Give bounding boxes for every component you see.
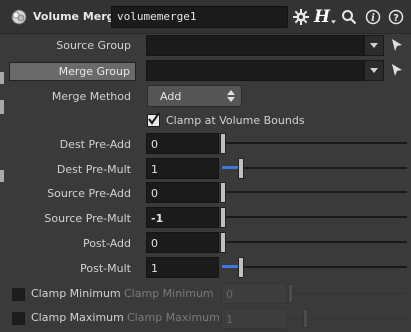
houdini-help-icon[interactable]: H: [314, 7, 336, 27]
dest-pre-mult-label: Dest Pre-Mult: [56, 163, 131, 176]
dest-pre-mult-value: 1: [151, 163, 158, 176]
help-icon[interactable]: ?: [387, 8, 405, 26]
source-group-select-arrow-icon[interactable]: [390, 37, 404, 53]
merge-method-label: Merge Method: [51, 90, 131, 103]
post-add-field[interactable]: 0: [146, 232, 219, 253]
source-pre-add-slider-track[interactable]: [226, 191, 407, 193]
clamp-minimum-slider-handle[interactable]: [288, 284, 293, 303]
source-group-field[interactable]: [146, 35, 364, 56]
post-add-value: 0: [151, 237, 158, 250]
source-pre-mult-slider-handle[interactable]: [220, 207, 226, 228]
merge-method-value: Add: [160, 90, 182, 103]
dest-pre-mult-field[interactable]: 1: [146, 158, 219, 179]
clamp-bounds-checkbox[interactable]: [147, 112, 160, 127]
gear-icon[interactable]: [292, 8, 310, 26]
source-pre-mult-slider-track[interactable]: [226, 216, 407, 218]
source-pre-mult-label: Source Pre-Mult: [44, 212, 131, 225]
dest-pre-add-field[interactable]: 0: [146, 133, 219, 154]
source-pre-add-label: Source Pre-Add: [47, 187, 131, 200]
clamp-maximum-toggle-label: Clamp Maximum: [31, 311, 124, 324]
checkmark-icon: [148, 112, 160, 125]
clamp-minimum-label: Clamp Minimum: [124, 287, 214, 300]
node-name-field[interactable]: volumemerge1: [111, 6, 288, 28]
source-group-dropdown-button[interactable]: [364, 35, 384, 56]
clamp-minimum-value: 0: [226, 288, 233, 301]
dest-pre-add-slider-handle[interactable]: [220, 133, 226, 154]
dest-pre-add-label: Dest Pre-Add: [59, 138, 131, 151]
chevron-down-icon: [370, 67, 378, 73]
clamp-minimum-toggle[interactable]: [12, 288, 25, 301]
volume-merge-node-icon[interactable]: [10, 8, 28, 26]
post-mult-slider-track[interactable]: [222, 266, 407, 268]
source-pre-add-slider-handle[interactable]: [220, 182, 226, 203]
source-pre-mult-field[interactable]: -1: [146, 207, 219, 228]
dest-pre-add-value: 0: [151, 138, 158, 151]
svg-text:?: ?: [393, 13, 399, 24]
merge-method-menu[interactable]: Add: [147, 85, 242, 107]
post-mult-slider-handle[interactable]: [238, 257, 244, 278]
merge-group-select-arrow-icon[interactable]: [390, 62, 404, 78]
info-icon[interactable]: i: [364, 8, 382, 26]
merge-group-dropdown-button[interactable]: [364, 60, 384, 81]
post-add-slider-track[interactable]: [226, 241, 407, 243]
dest-pre-add-slider-track[interactable]: [226, 142, 407, 144]
parameter-header: Volume Merge volumemerge1 H i ?: [0, 0, 411, 34]
node-type-label: Volume Merge: [33, 10, 122, 23]
source-pre-add-field[interactable]: 0: [146, 182, 219, 203]
up-down-arrows-icon: [227, 90, 235, 102]
source-pre-add-value: 0: [151, 187, 158, 200]
clamp-maximum-field[interactable]: 1: [221, 308, 287, 329]
clamp-bounds-label: Clamp at Volume Bounds: [166, 114, 305, 127]
clamp-maximum-value: 1: [226, 313, 233, 326]
houdini-h-glyph: H: [314, 7, 331, 27]
source-group-label: Source Group: [56, 39, 131, 52]
search-icon[interactable]: [340, 8, 358, 26]
clamp-maximum-toggle[interactable]: [12, 312, 25, 325]
chevron-down-icon: [370, 42, 378, 48]
dest-pre-mult-slider-track[interactable]: [222, 167, 407, 169]
clamp-maximum-label: Clamp Maximum: [127, 311, 220, 324]
panel-edge-marker: [0, 170, 4, 182]
post-mult-label: Post-Mult: [80, 262, 131, 275]
clamp-maximum-slider-handle[interactable]: [303, 309, 308, 328]
clamp-minimum-slider-track[interactable]: [294, 293, 407, 294]
source-pre-mult-value: -1: [151, 212, 164, 225]
merge-group-field[interactable]: [146, 60, 364, 81]
post-mult-value: 1: [151, 262, 158, 275]
panel-edge-marker: [0, 100, 4, 114]
clamp-minimum-field[interactable]: 0: [221, 283, 287, 304]
post-add-label: Post-Add: [82, 237, 131, 250]
clamp-minimum-toggle-label: Clamp Minimum: [31, 287, 121, 300]
post-mult-field[interactable]: 1: [146, 257, 219, 278]
dest-pre-mult-slider-handle[interactable]: [238, 158, 244, 179]
svg-text:i: i: [371, 13, 375, 24]
panel-edge-marker: [0, 72, 4, 84]
merge-group-label: Merge Group: [58, 65, 130, 78]
post-add-slider-handle[interactable]: [220, 232, 226, 253]
